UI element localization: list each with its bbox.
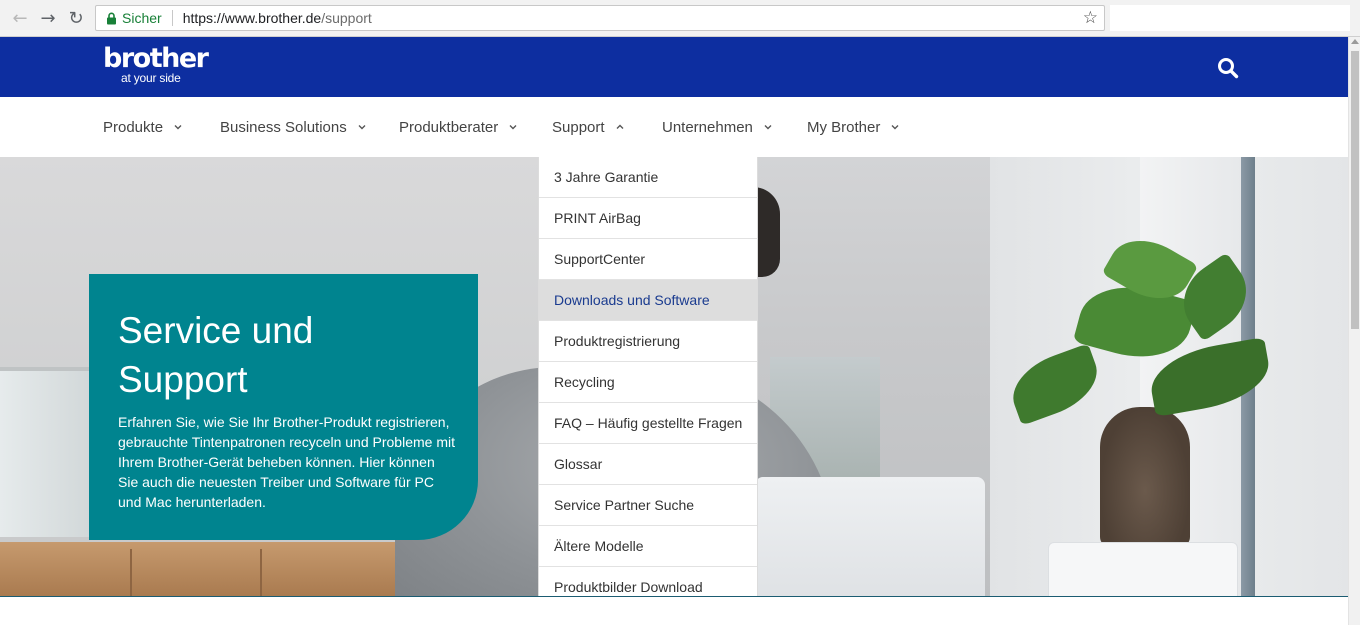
browser-toolbar: ← → ↻ Sicher https://www.brother.de/supp… bbox=[0, 0, 1360, 37]
page-scrollbar[interactable] bbox=[1348, 37, 1360, 625]
nav-item-produktberater[interactable]: Produktberater bbox=[399, 97, 518, 157]
hero-sofa-seam bbox=[130, 549, 132, 597]
hero-title-line: Support bbox=[118, 359, 248, 400]
nav-item-my-brother[interactable]: My Brother bbox=[807, 97, 900, 157]
menu-item-service-partner-suche[interactable]: Service Partner Suche bbox=[539, 485, 757, 526]
hero-laptop bbox=[755, 477, 985, 597]
nav-item-unternehmen[interactable]: Unternehmen bbox=[662, 97, 773, 157]
scroll-up-arrow-icon[interactable] bbox=[1351, 39, 1359, 44]
hero-sofa-seam bbox=[260, 549, 262, 597]
extension-area bbox=[1110, 5, 1350, 31]
hero-plant-trunk bbox=[1100, 407, 1190, 547]
support-dropdown-menu: 3 Jahre Garantie PRINT AirBag SupportCen… bbox=[538, 157, 758, 597]
chevron-down-icon bbox=[508, 122, 518, 132]
address-bar[interactable]: Sicher https://www.brother.de/support ☆ bbox=[95, 5, 1105, 31]
url-host: https://www.brother.de bbox=[182, 10, 322, 26]
chevron-up-icon bbox=[615, 122, 625, 132]
nav-item-support[interactable]: Support bbox=[552, 97, 625, 157]
nav-item-label: Unternehmen bbox=[662, 118, 753, 136]
menu-item-glossar[interactable]: Glossar bbox=[539, 444, 757, 485]
hero-window bbox=[0, 367, 90, 537]
menu-item-produktregistrierung[interactable]: Produktregistrierung bbox=[539, 321, 757, 362]
menu-item-faq[interactable]: FAQ – Häufig gestellte Fragen bbox=[539, 403, 757, 444]
menu-item-produktbilder-download[interactable]: Produktbilder Download bbox=[539, 567, 757, 597]
menu-item-aeltere-modelle[interactable]: Ältere Modelle bbox=[539, 526, 757, 567]
back-arrow-icon[interactable]: ← bbox=[9, 7, 31, 29]
brother-logo[interactable]: brother at your side bbox=[103, 43, 209, 84]
nav-item-label: Produktberater bbox=[399, 118, 499, 136]
nav-item-produkte[interactable]: Produkte bbox=[103, 97, 183, 157]
logo-wordmark: brother bbox=[103, 43, 209, 74]
reload-icon[interactable]: ↻ bbox=[65, 7, 87, 29]
site-header: brother at your side bbox=[0, 37, 1348, 97]
bookmark-star-icon[interactable]: ☆ bbox=[1083, 8, 1098, 28]
lock-icon bbox=[104, 11, 118, 25]
menu-item-supportcenter[interactable]: SupportCenter bbox=[539, 239, 757, 280]
scrollbar-thumb[interactable] bbox=[1351, 51, 1359, 329]
hero-description: Erfahren Sie, wie Sie Ihr Brother-Produk… bbox=[118, 414, 455, 510]
hero-title-line: Service und bbox=[118, 310, 314, 351]
hero-sofa bbox=[0, 542, 430, 597]
chevron-down-icon bbox=[890, 122, 900, 132]
hero-info-card: Service und Support Erfahren Sie, wie Si… bbox=[89, 274, 478, 540]
hero-title: Service und Support bbox=[118, 306, 458, 404]
page: ← → ↻ Sicher https://www.brother.de/supp… bbox=[0, 0, 1360, 625]
chevron-down-icon bbox=[173, 122, 183, 132]
search-icon[interactable] bbox=[1216, 56, 1240, 80]
content-area bbox=[0, 597, 1348, 625]
hero-plant-pot bbox=[1048, 542, 1238, 597]
menu-item-recycling[interactable]: Recycling bbox=[539, 362, 757, 403]
main-navigation: Produkte Business Solutions Produktberat… bbox=[0, 97, 1348, 157]
menu-item-print-airbag[interactable]: PRINT AirBag bbox=[539, 198, 757, 239]
nav-item-label: Produkte bbox=[103, 118, 164, 136]
nav-item-label: Support bbox=[552, 118, 605, 136]
address-divider bbox=[171, 10, 173, 26]
menu-item-downloads-und-software[interactable]: Downloads und Software bbox=[539, 280, 757, 321]
forward-arrow-icon[interactable]: → bbox=[37, 7, 59, 29]
chevron-down-icon bbox=[763, 122, 773, 132]
nav-item-label: Business Solutions bbox=[220, 118, 347, 136]
url-path: /support bbox=[321, 10, 372, 26]
nav-item-business-solutions[interactable]: Business Solutions bbox=[220, 97, 367, 157]
nav-item-label: My Brother bbox=[807, 118, 881, 136]
secure-label: Sicher bbox=[122, 10, 162, 26]
menu-item-3-jahre-garantie[interactable]: 3 Jahre Garantie bbox=[539, 157, 757, 198]
chevron-down-icon bbox=[357, 122, 367, 132]
